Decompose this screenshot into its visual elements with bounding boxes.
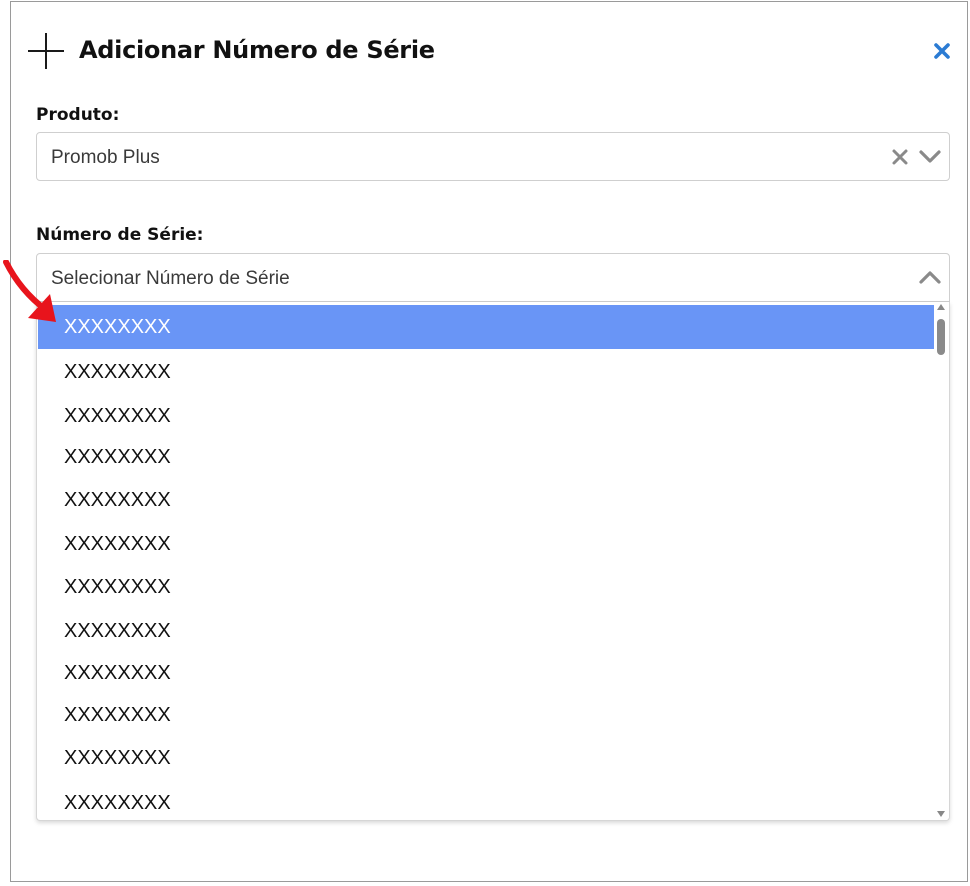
serie-option[interactable]: XXXXXXXX bbox=[38, 350, 934, 394]
serie-select[interactable]: Selecionar Número de Série bbox=[36, 253, 950, 302]
produto-label: Produto: bbox=[36, 105, 120, 125]
serie-placeholder: Selecionar Número de Série bbox=[51, 268, 290, 289]
chevron-up-icon[interactable] bbox=[918, 267, 942, 287]
clear-icon[interactable] bbox=[890, 147, 910, 167]
serie-option[interactable]: XXXXXXXX bbox=[38, 693, 934, 737]
serie-label: Número de Série: bbox=[36, 225, 204, 245]
serie-option[interactable]: XXXXXXXX bbox=[38, 736, 934, 780]
serie-option[interactable]: XXXXXXXX bbox=[38, 478, 934, 522]
produto-select[interactable]: Promob Plus bbox=[36, 132, 950, 181]
scroll-up-arrow-icon[interactable] bbox=[937, 304, 945, 310]
serie-options-menu: XXXXXXXX XXXXXXXX XXXXXXXX XXXXXXXX XXXXXXXX… bbox=[36, 302, 950, 821]
red-arrow-icon bbox=[3, 260, 56, 322]
serie-option[interactable]: XXXXXXXX bbox=[38, 565, 934, 609]
serie-option[interactable]: XXXXXXXX bbox=[38, 651, 934, 695]
dialog-title: Adicionar Número de Série bbox=[79, 36, 435, 64]
scroll-down-arrow-icon[interactable] bbox=[937, 811, 945, 817]
serie-option[interactable]: XXXXXXXX bbox=[38, 394, 934, 438]
produto-value: Promob Plus bbox=[51, 147, 160, 168]
menu-scrollbar[interactable] bbox=[934, 302, 948, 820]
chevron-down-icon[interactable] bbox=[918, 147, 942, 167]
serie-option[interactable]: XXXXXXXX bbox=[38, 522, 934, 566]
serie-option[interactable]: XXXXXXXX bbox=[38, 435, 934, 479]
plus-icon bbox=[28, 33, 64, 69]
serie-option[interactable]: XXXXXXXX bbox=[38, 305, 934, 349]
serie-option[interactable]: XXXXXXXX bbox=[38, 781, 934, 820]
scrollbar-thumb[interactable] bbox=[937, 319, 945, 355]
serie-option[interactable]: XXXXXXXX bbox=[38, 609, 934, 653]
close-icon[interactable] bbox=[932, 41, 952, 61]
add-serial-dialog: Adicionar Número de Série Produto: Promo… bbox=[10, 1, 968, 882]
